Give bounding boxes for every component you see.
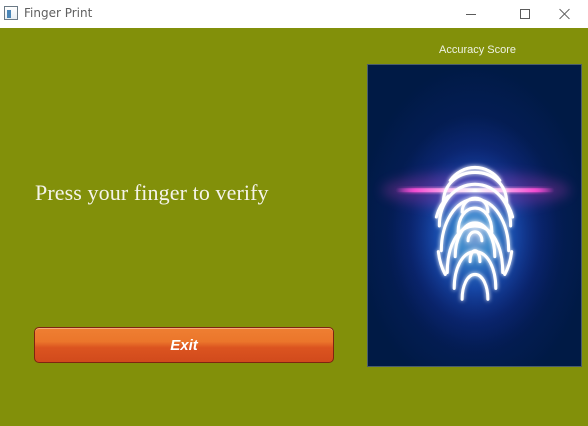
app-icon	[4, 6, 18, 20]
verification-prompt: Press your finger to verify	[35, 180, 269, 205]
window-title: Finger Print	[24, 6, 93, 20]
close-button[interactable]	[542, 0, 588, 28]
minimize-icon	[466, 13, 476, 15]
close-icon	[559, 8, 571, 20]
title-bar: Finger Print	[0, 0, 588, 28]
app-window: Finger Print Press your finger to verify…	[0, 0, 588, 426]
accuracy-score-label: Accuracy Score	[439, 44, 517, 56]
fingerprint-scanner-image	[368, 65, 581, 366]
exit-button[interactable]: Exit	[34, 327, 334, 363]
minimize-button[interactable]	[448, 0, 494, 28]
maximize-icon	[520, 9, 530, 19]
fingerprint-scanner-panel	[367, 64, 582, 367]
